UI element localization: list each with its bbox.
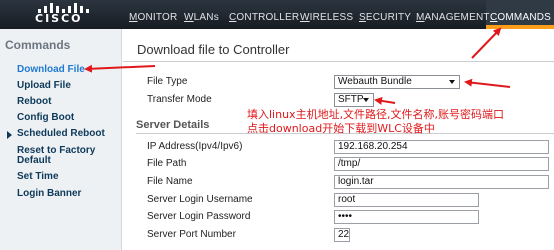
file-name-input[interactable]: login.tar bbox=[334, 175, 549, 189]
page-title: Download file to Controller bbox=[137, 42, 290, 57]
main-content: Download file to Controller File Type We… bbox=[123, 29, 554, 250]
file-type-label: File Type bbox=[147, 76, 188, 87]
sidebar-item-download-file[interactable]: Download File bbox=[17, 65, 85, 75]
nav-commands[interactable]: COMMANDS bbox=[490, 12, 551, 23]
transfer-mode-select[interactable]: SFTP bbox=[334, 93, 374, 107]
server-port-number-input[interactable]: 22 bbox=[334, 228, 350, 242]
nav-management[interactable]: MANAGEMENT bbox=[416, 12, 490, 23]
annotation-note: 填入linux主机地址,文件路径,文件名称,账号密码端口 点击download开… bbox=[247, 108, 547, 136]
expand-caret-icon[interactable] bbox=[7, 131, 12, 139]
nav-security[interactable]: SECURITY bbox=[359, 12, 411, 23]
sidebar-item-upload-file[interactable]: Upload File bbox=[17, 81, 71, 91]
server-login-password-label: Server Login Password bbox=[147, 211, 251, 222]
nav-wireless[interactable]: WIRELESS bbox=[300, 12, 353, 23]
annotation-line-1: 填入linux主机地址,文件路径,文件名称,账号密码端口 bbox=[247, 108, 505, 121]
file-path-input[interactable]: /tmp/ bbox=[334, 157, 549, 171]
sidebar: Commands Download File Upload File Reboo… bbox=[0, 29, 122, 250]
sidebar-item-reboot[interactable]: Reboot bbox=[17, 97, 51, 107]
nav-wlans[interactable]: WLANs bbox=[184, 12, 219, 23]
sidebar-item-set-time[interactable]: Set Time bbox=[17, 172, 59, 182]
file-type-value: Webauth Bundle bbox=[338, 76, 412, 87]
annotation-line-2: 点击download开始下载到WLC设备中 bbox=[247, 122, 435, 135]
transfer-mode-value: SFTP bbox=[338, 94, 364, 105]
nav-controller[interactable]: CONTROLLER bbox=[229, 12, 299, 23]
cisco-logo[interactable]: CISCO bbox=[16, 1, 108, 27]
ip-address-input[interactable]: 192.168.20.254 bbox=[334, 140, 549, 154]
sidebar-item-reset-to-factory-default[interactable]: Reset to Factory Default bbox=[17, 146, 117, 166]
file-type-select[interactable]: Webauth Bundle bbox=[334, 75, 460, 89]
title-divider bbox=[123, 61, 554, 62]
file-name-label: File Name bbox=[147, 176, 193, 187]
transfer-mode-label: Transfer Mode bbox=[147, 94, 212, 105]
dropdown-arrow-icon bbox=[363, 98, 369, 102]
server-details-heading: Server Details bbox=[136, 119, 210, 131]
ip-address-label: IP Address(Ipv4/Ipv6) bbox=[147, 141, 243, 152]
brand-name: CISCO bbox=[35, 12, 83, 25]
server-login-password-input[interactable]: •••• bbox=[334, 210, 479, 224]
server-login-username-input[interactable]: root bbox=[334, 193, 479, 207]
top-navigation-bar: CISCO MONITOR WLANs CONTROLLER WIRELESS … bbox=[0, 0, 554, 29]
sidebar-item-login-banner[interactable]: Login Banner bbox=[17, 189, 81, 199]
server-port-number-label: Server Port Number bbox=[147, 229, 236, 240]
sidebar-title: Commands bbox=[5, 38, 71, 52]
file-path-label: File Path bbox=[147, 158, 187, 169]
sidebar-item-scheduled-reboot[interactable]: Scheduled Reboot bbox=[17, 129, 105, 139]
sidebar-item-config-boot[interactable]: Config Boot bbox=[17, 113, 74, 123]
server-login-username-label: Server Login Username bbox=[147, 194, 253, 205]
nav-monitor[interactable]: MONITOR bbox=[129, 12, 177, 23]
dropdown-arrow-icon bbox=[449, 80, 455, 84]
